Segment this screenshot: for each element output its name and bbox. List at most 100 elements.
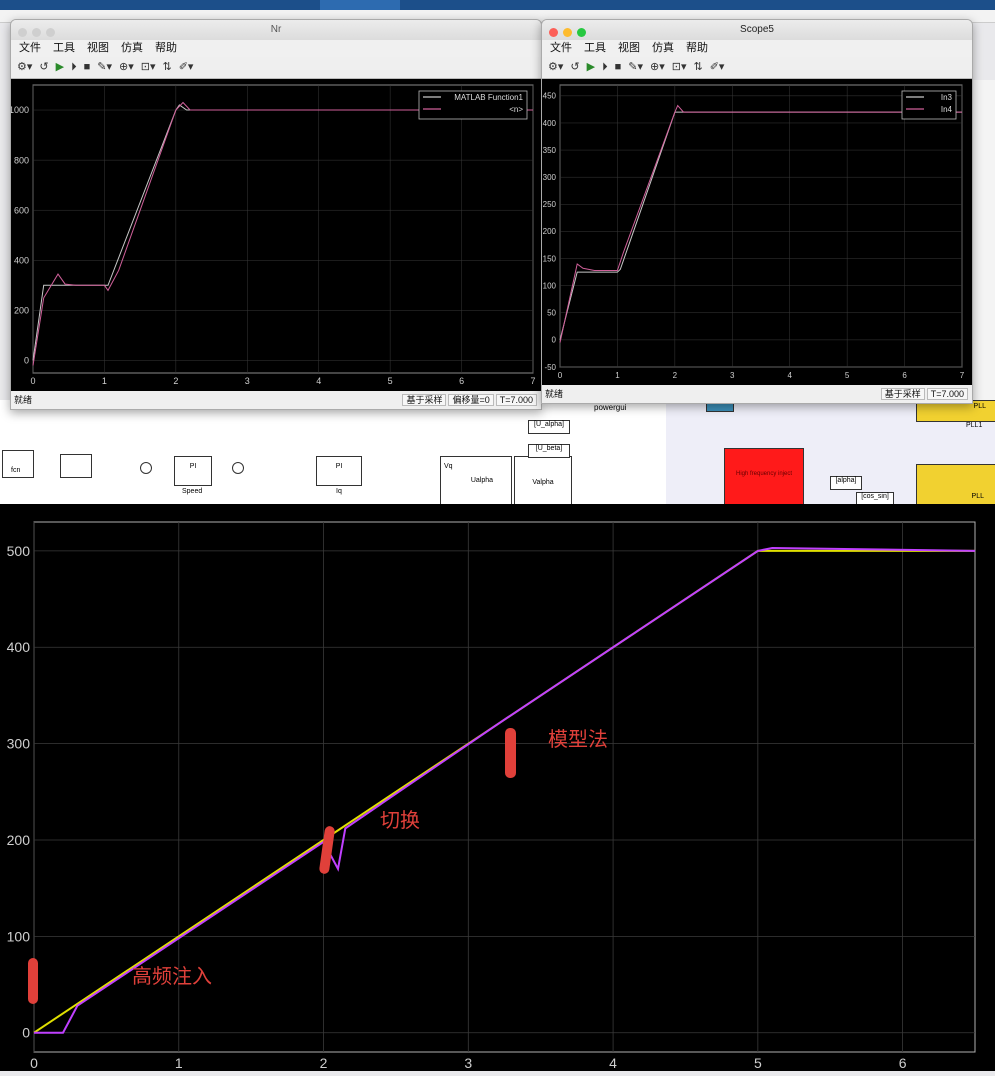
goto-u-beta[interactable]: [U_beta] bbox=[528, 444, 570, 458]
scope5-status-bar: 就绪 基于采样 T=7.000 bbox=[542, 385, 972, 403]
annotation-model-method: 模型法 bbox=[548, 729, 608, 751]
nr-plot-area[interactable]: 0 1 2 3 4 5 6 7 0 200 400 600 800 1000 MATLAB Function… bbox=[11, 79, 541, 391]
nr-window-title: Nr bbox=[270, 24, 282, 35]
status-time: T=7.000 bbox=[926, 388, 968, 400]
nr-scope-window[interactable]: Nr 文件 工具 视图 仿真 帮助 ⚙▾ ↺ ▶ ⏵ ■ ✎▾ ⊕▾ ⊡▾ ⇅ ✐▾ 0 1 2 3 4 5 6 7 0 2… bbox=[10, 19, 542, 410]
highlight-icon[interactable]: ✎▾ bbox=[97, 61, 112, 73]
stop-icon[interactable]: ■ bbox=[615, 61, 622, 73]
scope5-toolbar: ⚙▾ ↺ ▶ ⏵ ■ ✎▾ ⊕▾ ⊡▾ ⇅ ✐▾ bbox=[542, 57, 972, 79]
zoom-icon[interactable]: ⊕▾ bbox=[650, 61, 665, 73]
nr-title-bar[interactable]: Nr bbox=[11, 20, 541, 40]
status-sample: 基于采样 bbox=[880, 388, 925, 400]
from-alpha[interactable]: [alpha] bbox=[830, 476, 862, 490]
pi-speed-label: PI bbox=[189, 463, 197, 470]
x-tick-label: 2 bbox=[320, 1055, 328, 1071]
y-tick-label: 300 bbox=[543, 173, 557, 182]
x-tick-label: 4 bbox=[787, 371, 792, 380]
step-back-icon[interactable]: ↺ bbox=[39, 61, 48, 73]
high-frequency-inject-block[interactable]: High frequency inject bbox=[724, 448, 804, 506]
fit-icon[interactable]: ⊡▾ bbox=[672, 61, 687, 73]
highlight-icon[interactable]: ✎▾ bbox=[628, 61, 643, 73]
series-line-2 bbox=[32, 101, 533, 366]
red-marker-3 bbox=[505, 728, 516, 778]
red-marker-1 bbox=[28, 958, 38, 1004]
y-tick-label: 100 bbox=[543, 281, 557, 290]
high-frequency-inject-label: High frequency inject bbox=[735, 471, 793, 477]
gear-icon[interactable]: ⚙▾ bbox=[548, 61, 563, 73]
sum-block-1[interactable] bbox=[140, 462, 152, 474]
step-forward-icon[interactable]: ⏵ bbox=[602, 61, 608, 73]
style-icon[interactable]: ✐▾ bbox=[179, 61, 194, 73]
powergui-label[interactable]: powergui bbox=[594, 403, 626, 412]
gear-icon[interactable]: ⚙▾ bbox=[17, 61, 32, 73]
menu-help[interactable]: 帮助 bbox=[686, 42, 708, 54]
y-tick-label: 50 bbox=[547, 309, 556, 318]
menu-simulation[interactable]: 仿真 bbox=[652, 42, 674, 54]
y-tick-label: 150 bbox=[543, 254, 557, 263]
x-tick-label: 5 bbox=[754, 1055, 762, 1071]
close-button[interactable] bbox=[549, 28, 558, 37]
y-tick-label: 350 bbox=[543, 146, 557, 155]
step-back-icon[interactable]: ↺ bbox=[570, 61, 579, 73]
zoom-button[interactable] bbox=[577, 28, 586, 37]
style-icon[interactable]: ✐▾ bbox=[710, 61, 725, 73]
minimize-button[interactable] bbox=[32, 28, 41, 37]
annotation-switch: 切换 bbox=[380, 810, 420, 832]
scope5-chart[interactable]: 0 1 2 3 4 5 6 7-50050100150200250300350400450 In… bbox=[542, 79, 972, 385]
goto-u-alpha[interactable]: [U_alpha] bbox=[528, 420, 570, 434]
x-tick-label: 7 bbox=[530, 376, 535, 386]
nr-menu-bar: 文件 工具 视图 仿真 帮助 bbox=[11, 40, 541, 57]
menu-help[interactable]: 帮助 bbox=[155, 42, 177, 54]
y-tick-label: 300 bbox=[7, 736, 31, 752]
pi-iq-block[interactable]: PI bbox=[316, 456, 362, 486]
menu-view[interactable]: 视图 bbox=[618, 42, 640, 54]
step-forward-icon[interactable]: ⏵ bbox=[71, 61, 77, 73]
fcn-block[interactable]: fcn bbox=[2, 450, 34, 478]
plot-frame bbox=[32, 84, 534, 374]
pll-top-label: PLL bbox=[973, 403, 986, 410]
scope5-menu-bar: 文件 工具 视图 仿真 帮助 bbox=[542, 40, 972, 57]
valpha-block[interactable]: Valpha bbox=[514, 456, 572, 506]
fit-icon[interactable]: ⊡▾ bbox=[141, 61, 156, 73]
simulink-canvas: powergui fcn PI Speed PI Iq Vq Ualpha Va… bbox=[0, 400, 995, 506]
plot-frame bbox=[559, 84, 963, 368]
y-tick-label: 100 bbox=[7, 928, 31, 944]
y-tick-label: 800 bbox=[14, 155, 29, 165]
run-icon[interactable]: ▶ bbox=[56, 61, 64, 73]
y-tick-label: 400 bbox=[543, 119, 557, 128]
zoom-icon[interactable]: ⊕▾ bbox=[119, 61, 134, 73]
menu-simulation[interactable]: 仿真 bbox=[121, 42, 143, 54]
legend-label: In3 bbox=[941, 93, 953, 102]
simulink-active-tab[interactable] bbox=[320, 0, 400, 10]
run-icon[interactable]: ▶ bbox=[587, 61, 595, 73]
x-tick-label: 5 bbox=[845, 371, 850, 380]
close-button[interactable] bbox=[18, 28, 27, 37]
cursor-icon[interactable]: ⇅ bbox=[162, 61, 171, 73]
scope5-title-bar[interactable]: Scope5 bbox=[542, 20, 972, 40]
y-tick-label: 1000 bbox=[11, 105, 29, 115]
x-tick-label: 3 bbox=[245, 376, 250, 386]
menu-view[interactable]: 视图 bbox=[87, 42, 109, 54]
iq-label: Iq bbox=[336, 488, 342, 495]
goto-u-beta-label: [U_beta] bbox=[535, 445, 563, 452]
inverse-park-block[interactable]: Vq Ualpha bbox=[440, 456, 512, 506]
pi-speed-block[interactable]: PI bbox=[174, 456, 212, 486]
speed-label: Speed bbox=[182, 488, 203, 495]
x-tick-label: 6 bbox=[459, 376, 464, 386]
y-tick-label: 250 bbox=[543, 200, 557, 209]
x-tick-label: 2 bbox=[673, 371, 678, 380]
stop-icon[interactable]: ■ bbox=[84, 61, 91, 73]
legend-label: In4 bbox=[941, 105, 953, 114]
y-tick-label: 600 bbox=[14, 205, 29, 215]
scope5-window[interactable]: Scope5 文件 工具 视图 仿真 帮助 ⚙▾ ↺ ▶ ⏵ ■ ✎▾ ⊕▾ ⊡▾ ⇅ ✐▾ 012345… bbox=[541, 19, 973, 404]
cursor-icon[interactable]: ⇅ bbox=[693, 61, 702, 73]
series-line-2 bbox=[559, 104, 962, 343]
pll-block[interactable]: PLL bbox=[916, 464, 995, 506]
minimize-button[interactable] bbox=[563, 28, 572, 37]
sum-block-2[interactable] bbox=[232, 462, 244, 474]
x-tick-label: 0 bbox=[558, 371, 563, 380]
zoom-button[interactable] bbox=[46, 28, 55, 37]
step-block[interactable] bbox=[60, 454, 92, 478]
scope5-plot-area[interactable]: 0 1 2 3 4 5 6 7 -50 0 50 100 150 200 250 300 350 400 450 In… bbox=[542, 79, 972, 385]
nr-chart[interactable]: 0 1 2 3 4 5 6 7 0 200 400 600 800 1000 MATLAB Function… bbox=[11, 79, 541, 391]
